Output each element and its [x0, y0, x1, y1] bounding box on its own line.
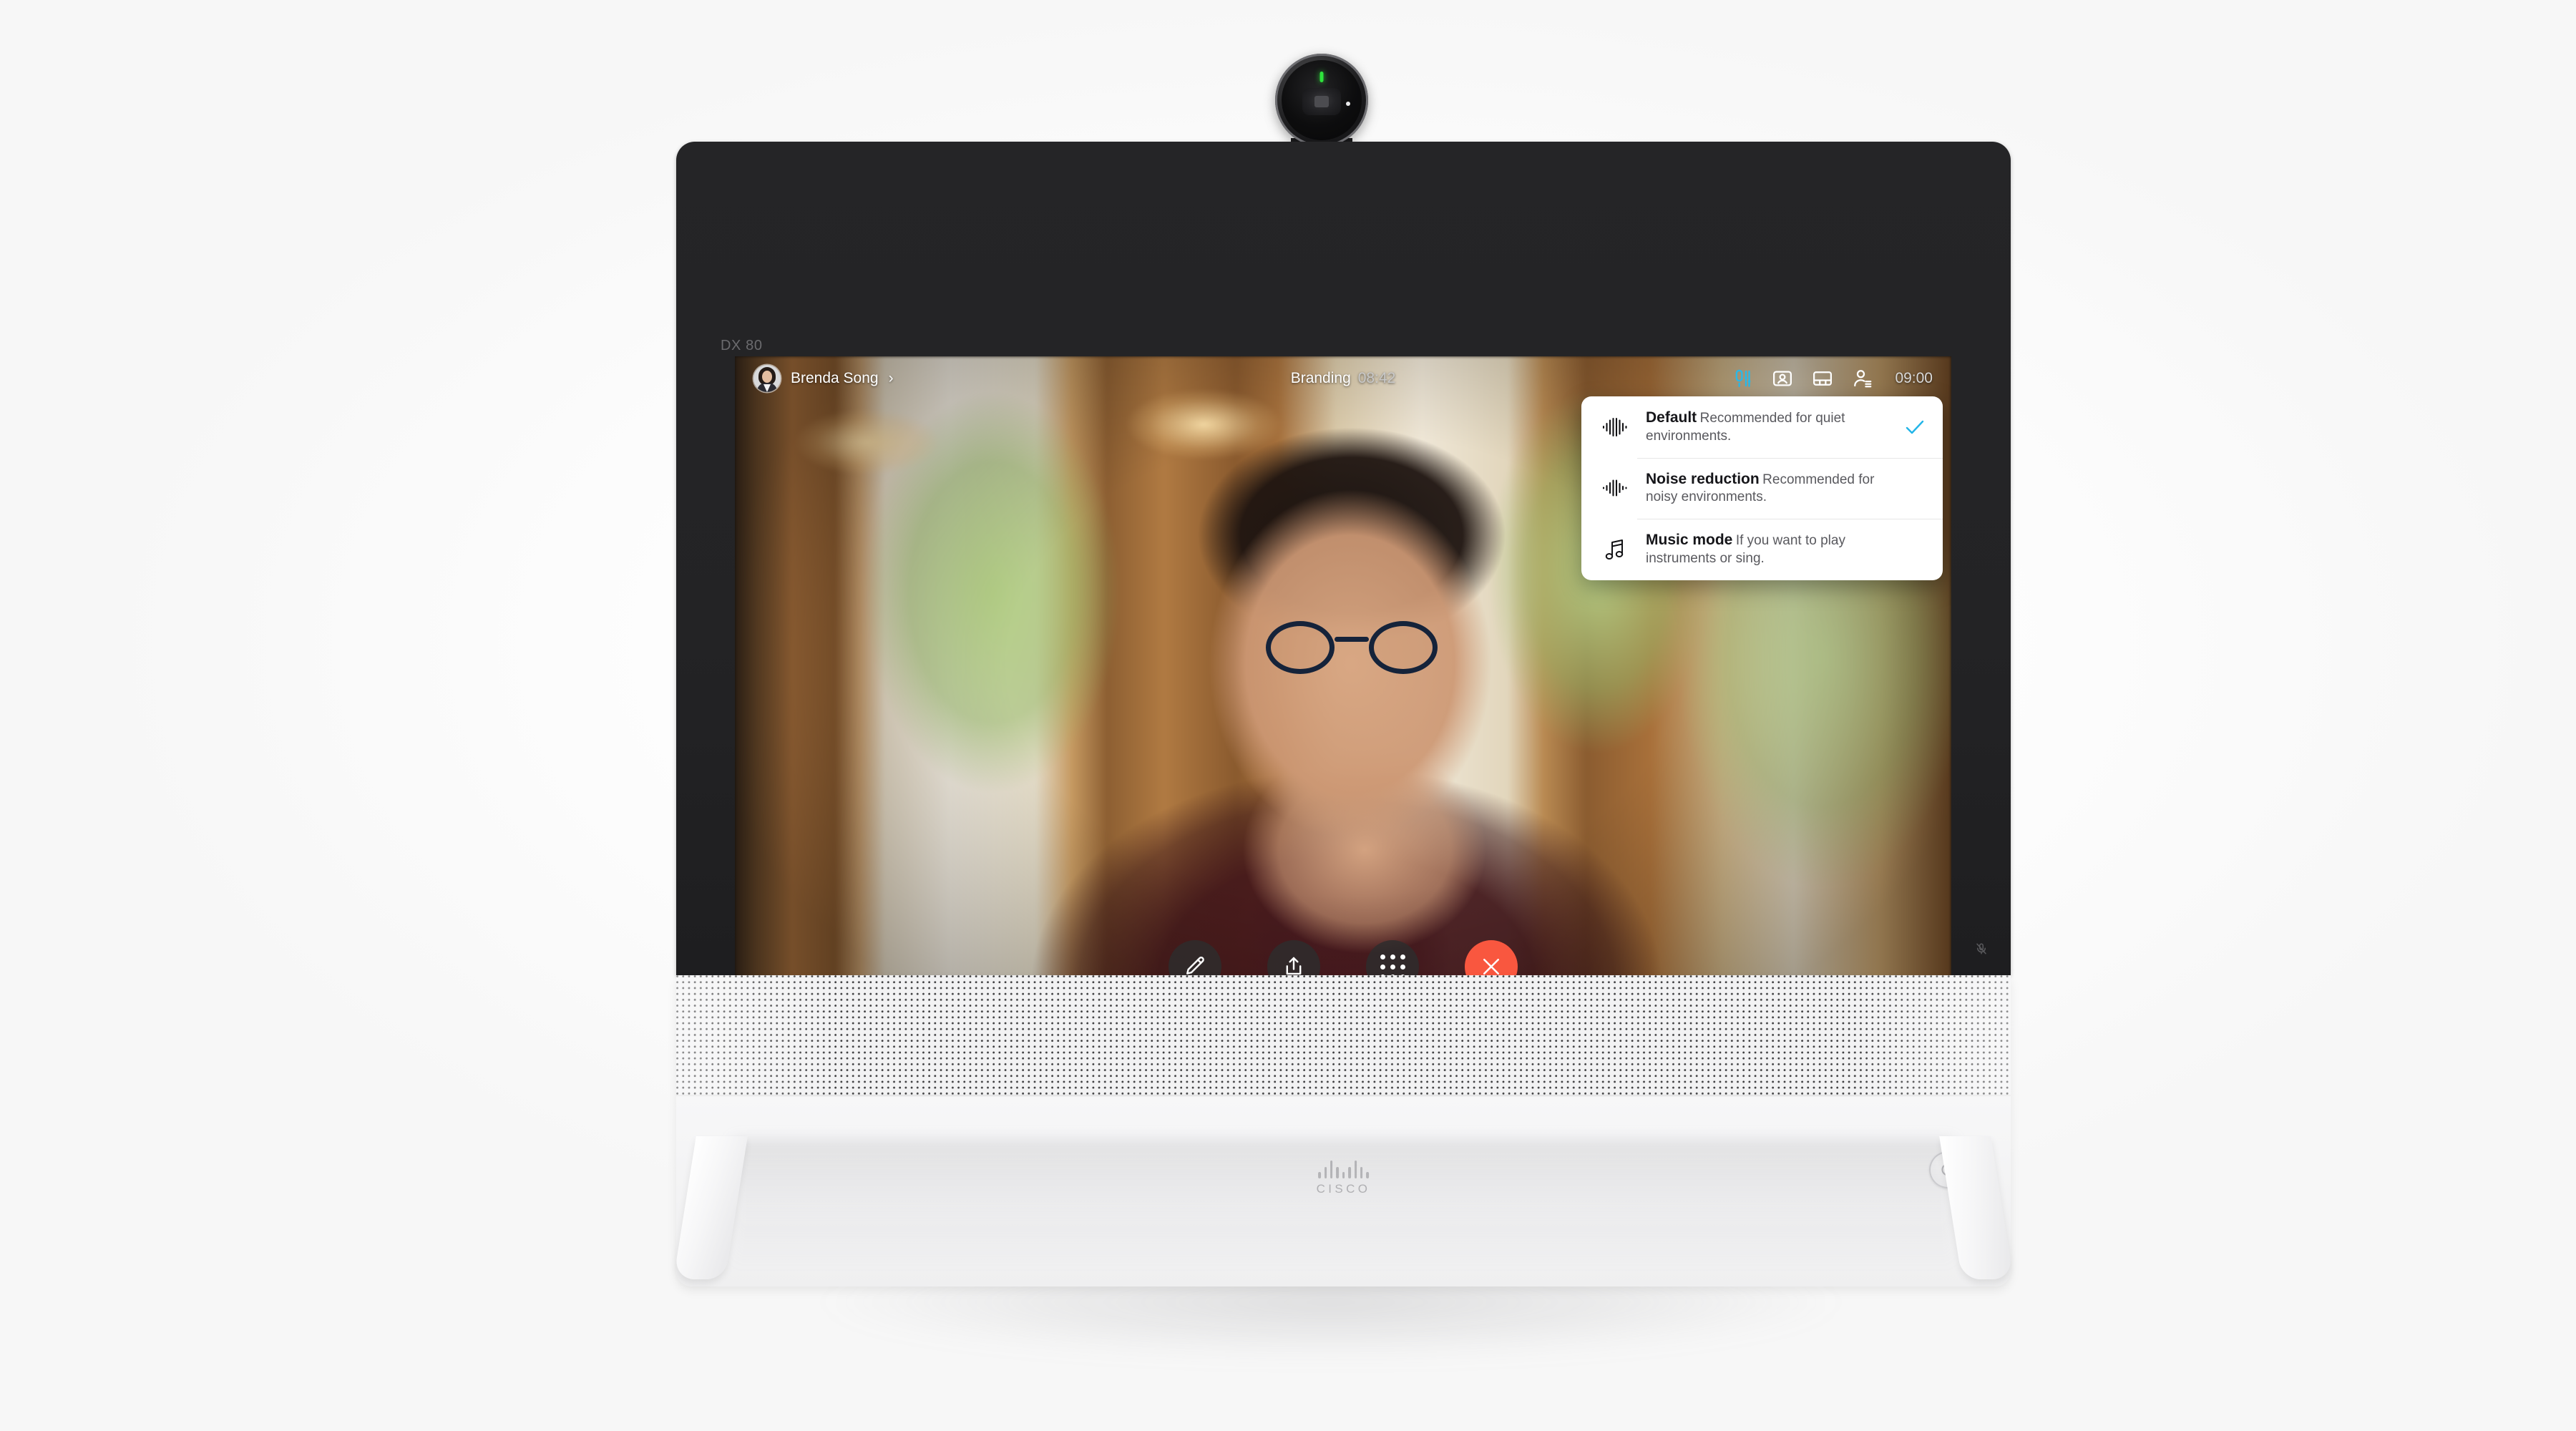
- end-call-button[interactable]: End call: [1452, 940, 1531, 975]
- monitor: DX 80 Brenda Song › Branding 08:42 09:00…: [676, 142, 2011, 1286]
- call-timer: 08:42: [1357, 370, 1396, 386]
- device-model-label: DX 80: [721, 338, 763, 353]
- participant-chip[interactable]: Brenda Song ›: [753, 365, 894, 392]
- call-controls: Whiteboard Sharing options: [1156, 940, 1531, 975]
- camera-body: [1275, 54, 1368, 147]
- participants-icon[interactable]: [1852, 368, 1873, 389]
- camera-lens-icon: [1302, 88, 1341, 116]
- status-bar-icons: 09:00: [1732, 368, 1933, 389]
- pencil-icon: [1169, 940, 1221, 975]
- monitor-stand: [673, 1136, 2014, 1286]
- call-status-bar: Brenda Song › Branding 08:42 09:00: [735, 356, 1951, 401]
- waveform-icon: [1600, 416, 1630, 438]
- selfview-icon[interactable]: [1772, 368, 1793, 389]
- speaker-grille: [676, 975, 2011, 1097]
- check-icon: [1903, 419, 1927, 436]
- end-call-icon: [1465, 940, 1518, 975]
- camera-led-indicator: [1319, 72, 1324, 82]
- keypad-button[interactable]: Keypad: [1353, 940, 1432, 975]
- audio-mode-menu[interactable]: Default Recommended for quiet environmen…: [1581, 396, 1943, 580]
- waveform-small-icon: [1600, 477, 1630, 499]
- meeting-title-group: Branding 08:42: [1291, 370, 1396, 387]
- camera-marker-dot: [1346, 102, 1350, 106]
- whiteboard-button[interactable]: Whiteboard: [1156, 940, 1234, 975]
- webcam: [1275, 54, 1368, 164]
- camera-ring: [1282, 60, 1362, 140]
- avatar: [753, 365, 781, 392]
- menu-item-default[interactable]: Default Recommended for quiet environmen…: [1581, 396, 1943, 458]
- meeting-title: Branding: [1290, 370, 1351, 386]
- mic-mute-indicator-icon: [1975, 942, 1988, 955]
- audio-settings-icon[interactable]: [1732, 368, 1753, 389]
- clock-label: 09:00: [1895, 370, 1933, 386]
- scene: DX 80 Brenda Song › Branding 08:42 09:00…: [0, 0, 2576, 1431]
- menu-item-title: Default: [1646, 409, 1697, 426]
- menu-item-title: Noise reduction: [1646, 470, 1760, 487]
- keypad-icon: [1366, 940, 1419, 975]
- menu-item-noise-reduction[interactable]: Noise reduction Recommended for noisy en…: [1581, 457, 1943, 519]
- share-icon: [1267, 940, 1320, 975]
- menu-item-music-mode[interactable]: Music mode If you want to play instrumen…: [1581, 519, 1943, 580]
- music-note-icon: [1600, 538, 1630, 561]
- chevron-right-icon: ›: [888, 370, 894, 386]
- participant-name-label: Brenda Song: [791, 370, 879, 386]
- layout-icon[interactable]: [1812, 368, 1833, 389]
- menu-item-title: Music mode: [1646, 532, 1733, 549]
- video-screen: Brenda Song › Branding 08:42 09:00 Defau…: [735, 356, 1951, 975]
- sharing-options-button[interactable]: Sharing options: [1254, 940, 1333, 975]
- screen-bezel: DX 80 Brenda Song › Branding 08:42 09:00…: [676, 142, 2011, 975]
